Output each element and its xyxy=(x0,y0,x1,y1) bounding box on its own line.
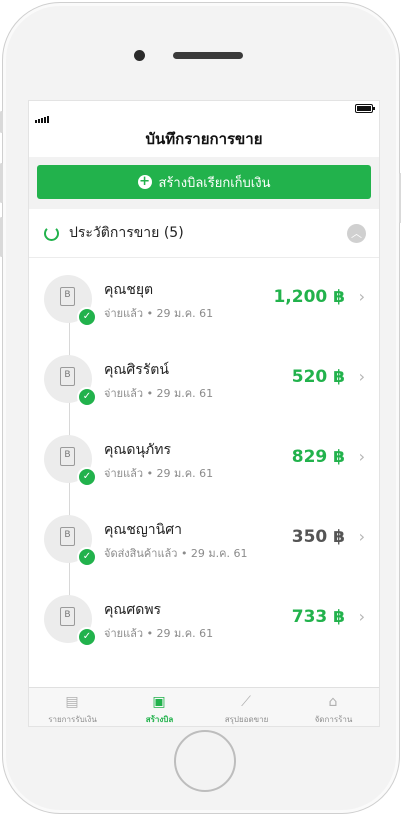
create-bill-bar: + สร้างบิลเรียกเก็บเงิน xyxy=(29,157,379,209)
tab-create-bill[interactable]: ▣ สร้างบิล xyxy=(116,688,203,726)
tab-bar: ▤ รายการรับเงิน ▣ สร้างบิล ⟋ สรุปยอดขาย … xyxy=(29,687,379,726)
chevron-right-icon: › xyxy=(358,367,365,386)
tab-receipts[interactable]: ▤ รายการรับเงิน xyxy=(29,688,116,726)
signal-icon xyxy=(35,104,50,123)
check-icon: ✓ xyxy=(77,467,97,487)
chevron-right-icon: › xyxy=(358,447,365,466)
refresh-icon xyxy=(44,226,59,241)
front-camera xyxy=(134,50,145,61)
customer-name: คุณศิรรัตน์ xyxy=(104,362,169,378)
bill-icon: B xyxy=(60,287,75,306)
avatar: B ✓ xyxy=(44,435,97,487)
check-icon: ✓ xyxy=(77,307,97,327)
chevron-right-icon: › xyxy=(358,607,365,626)
tab-label: รายการรับเงิน xyxy=(48,715,97,724)
sale-amount: 829 ฿ xyxy=(291,447,345,467)
customer-name: คุณศดพร xyxy=(104,602,162,618)
chevron-right-icon: › xyxy=(358,287,365,306)
bill-icon: ▣ xyxy=(152,694,166,710)
create-bill-label: สร้างบิลเรียกเก็บเงิน xyxy=(158,175,271,191)
sales-history-header[interactable]: ประวัติการขาย (5) ︿ xyxy=(29,209,379,258)
bill-icon: B xyxy=(60,447,75,466)
tab-label: จัดการร้าน xyxy=(314,715,353,724)
sale-status: จ่ายแล้ว • 29 ม.ค. 61 xyxy=(104,467,214,480)
chevron-right-icon: › xyxy=(358,527,365,546)
check-icon: ✓ xyxy=(77,627,97,647)
tab-sales-summary[interactable]: ⟋ สรุปยอดขาย xyxy=(203,688,290,726)
list-item[interactable]: B ✓ คุณศดพร จ่ายแล้ว • 29 ม.ค. 61 733 ฿ … xyxy=(29,577,379,657)
list-item[interactable]: B ✓ คุณศิรรัตน์ จ่ายแล้ว • 29 ม.ค. 61 52… xyxy=(29,337,379,417)
customer-name: คุณดนุภัทร xyxy=(104,442,171,458)
bill-icon: B xyxy=(60,527,75,546)
tab-label: สร้างบิล xyxy=(145,715,174,724)
avatar: B ✓ xyxy=(44,515,97,567)
plus-circle-icon: + xyxy=(137,174,152,189)
sale-amount: 1,200 ฿ xyxy=(273,287,345,307)
bill-icon: B xyxy=(60,607,75,626)
mute-switch xyxy=(0,111,3,133)
volume-down-button xyxy=(0,217,3,257)
list-item[interactable]: B ✓ คุณชยุต จ่ายแล้ว • 29 ม.ค. 61 1,200 … xyxy=(29,257,379,337)
tab-manage-store[interactable]: ⌂ จัดการร้าน xyxy=(290,688,377,726)
sales-history-label: ประวัติการขาย (5) xyxy=(69,225,184,241)
sale-status: จ่ายแล้ว • 29 ม.ค. 61 xyxy=(104,627,214,640)
customer-name: คุณชยุต xyxy=(104,282,154,298)
sale-amount: 520 ฿ xyxy=(291,367,345,387)
earpiece-speaker xyxy=(173,52,243,59)
status-bar xyxy=(29,101,379,123)
page-title: บันทึกรายการขาย xyxy=(145,130,263,148)
collapse-chevron-icon[interactable]: ︿ xyxy=(347,224,366,243)
check-icon: ✓ xyxy=(77,387,97,407)
check-icon: ✓ xyxy=(77,547,97,567)
clipboard-icon: ▤ xyxy=(65,694,79,710)
list-item[interactable]: B ✓ คุณดนุภัทร จ่ายแล้ว • 29 ม.ค. 61 829… xyxy=(29,417,379,497)
tab-label: สรุปยอดขาย xyxy=(224,715,269,724)
list-item[interactable]: B ✓ คุณชญานิศา จัดส่งสินค้าแล้ว • 29 ม.ค… xyxy=(29,497,379,577)
customer-name: คุณชญานิศา xyxy=(104,522,182,538)
avatar: B ✓ xyxy=(44,355,97,407)
sales-list: B ✓ คุณชยุต จ่ายแล้ว • 29 ม.ค. 61 1,200 … xyxy=(29,257,379,687)
line-chart-icon: ⟋ xyxy=(241,694,251,710)
volume-up-button xyxy=(0,163,3,203)
store-icon: ⌂ xyxy=(328,694,338,710)
sale-status: จ่ายแล้ว • 29 ม.ค. 61 xyxy=(104,307,214,320)
bill-icon: B xyxy=(60,367,75,386)
sale-amount: 350 ฿ xyxy=(291,527,345,547)
create-bill-button[interactable]: + สร้างบิลเรียกเก็บเงิน xyxy=(37,165,371,199)
avatar: B ✓ xyxy=(44,275,97,327)
sale-amount: 733 ฿ xyxy=(291,607,345,627)
app-screen: บันทึกรายการขาย + สร้างบิลเรียกเก็บเงิน … xyxy=(28,100,380,727)
sale-status: จ่ายแล้ว • 29 ม.ค. 61 xyxy=(104,387,214,400)
avatar: B ✓ xyxy=(44,595,97,647)
phone-frame: บันทึกรายการขาย + สร้างบิลเรียกเก็บเงิน … xyxy=(0,2,401,814)
battery-icon xyxy=(355,104,375,113)
sale-status: จัดส่งสินค้าแล้ว • 29 ม.ค. 61 xyxy=(104,547,248,560)
home-button[interactable] xyxy=(174,730,236,792)
